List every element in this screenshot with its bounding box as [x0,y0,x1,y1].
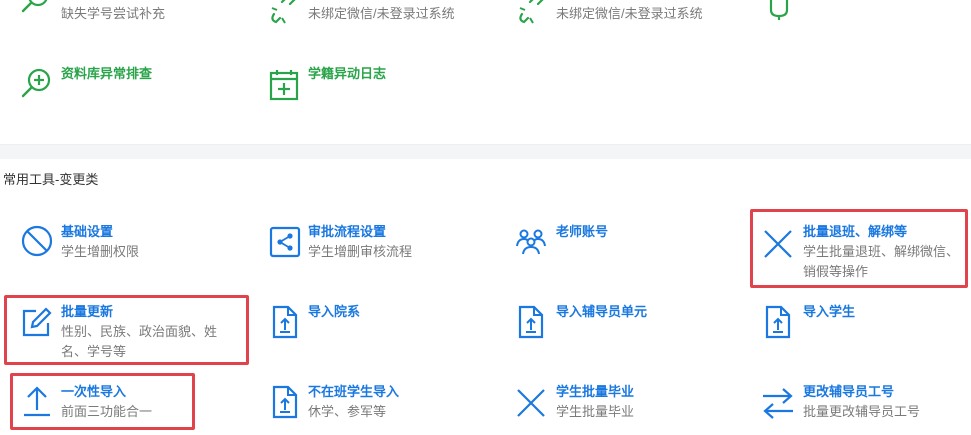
highlight-box-one-time-import [10,373,195,430]
tool-title: 老师账号 [556,224,609,239]
users-icon [514,226,548,260]
section-title: 常用工具-变更类 [3,172,99,187]
tool-title: 资料库异常排查 [61,66,153,81]
tool-title: 审批流程设置 [308,224,387,239]
tool-approval-flow[interactable]: 审批流程设置 学生增删审核流程 [260,218,500,278]
tool-desc: 学生增删权限 [61,244,140,259]
tool-desc: 休学、参军等 [308,404,387,419]
search-plus-icon [20,66,54,100]
tool-title: 基础设置 [61,224,114,239]
highlight-box-batch-withdraw [750,209,968,288]
tool-import-students[interactable]: 导入学生 [755,298,969,358]
tool-title: 学籍异动日志 [308,66,387,81]
tool-basic-settings[interactable]: 基础设置 学生增删权限 [0,218,240,278]
bell-icon [763,0,797,24]
tool-unbound-wechat-1[interactable]: 未绑定微信/未登录过系统 [260,0,500,40]
tool-database-check[interactable]: 资料库异常排查 [0,60,240,104]
tool-desc: 学生批量毕业 [556,404,635,419]
file-upload-icon [268,385,302,419]
close-icon [514,386,548,420]
section-divider [0,144,971,159]
tool-batch-graduate[interactable]: 学生批量毕业 学生批量毕业 [508,378,748,435]
broken-link-icon [516,0,550,28]
tool-title: 学生批量毕业 [556,384,635,399]
broken-link-icon [268,0,302,28]
highlight-box-batch-update [4,295,249,365]
tool-import-counselor-units[interactable]: 导入辅导员单元 [508,298,748,358]
tool-title: 不在班学生导入 [308,384,400,399]
tool-title: 导入院系 [308,304,361,319]
tool-desc: 缺失学号尝试补充 [61,6,166,21]
tool-title: 更改辅导员工号 [803,384,895,399]
tool-import-absent-students[interactable]: 不在班学生导入 休学、参军等 [260,378,500,435]
tool-desc: 学生增删审核流程 [308,244,413,259]
tool-title: 导入辅导员单元 [556,304,648,319]
tool-desc: 未绑定微信/未登录过系统 [556,6,703,21]
tool-import-departments[interactable]: 导入院系 [260,298,500,358]
tool-desc: 未绑定微信/未登录过系统 [308,6,455,21]
tool-missing-student-id[interactable]: 缺失学号尝试补充 [0,0,240,40]
file-upload-icon [268,305,302,339]
calendar-plus-icon [268,68,302,102]
file-upload-icon [514,305,548,339]
file-upload-icon [761,305,795,339]
tool-change-counselor-id[interactable]: 更改辅导员工号 批量更改辅导员工号 [755,378,969,435]
ban-icon [20,224,54,258]
tool-title: 导入学生 [803,304,856,319]
tool-teacher-accounts[interactable]: 老师账号 [508,218,748,278]
tool-unbound-wechat-2[interactable]: 未绑定微信/未登录过系统 [508,0,748,40]
swap-icon [761,386,795,420]
search-icon [20,0,54,20]
tool-enrollment-log[interactable]: 学籍异动日志 [260,60,500,104]
tool-notification[interactable] [755,0,965,40]
share-icon [268,225,302,259]
tool-desc: 批量更改辅导员工号 [803,404,921,419]
